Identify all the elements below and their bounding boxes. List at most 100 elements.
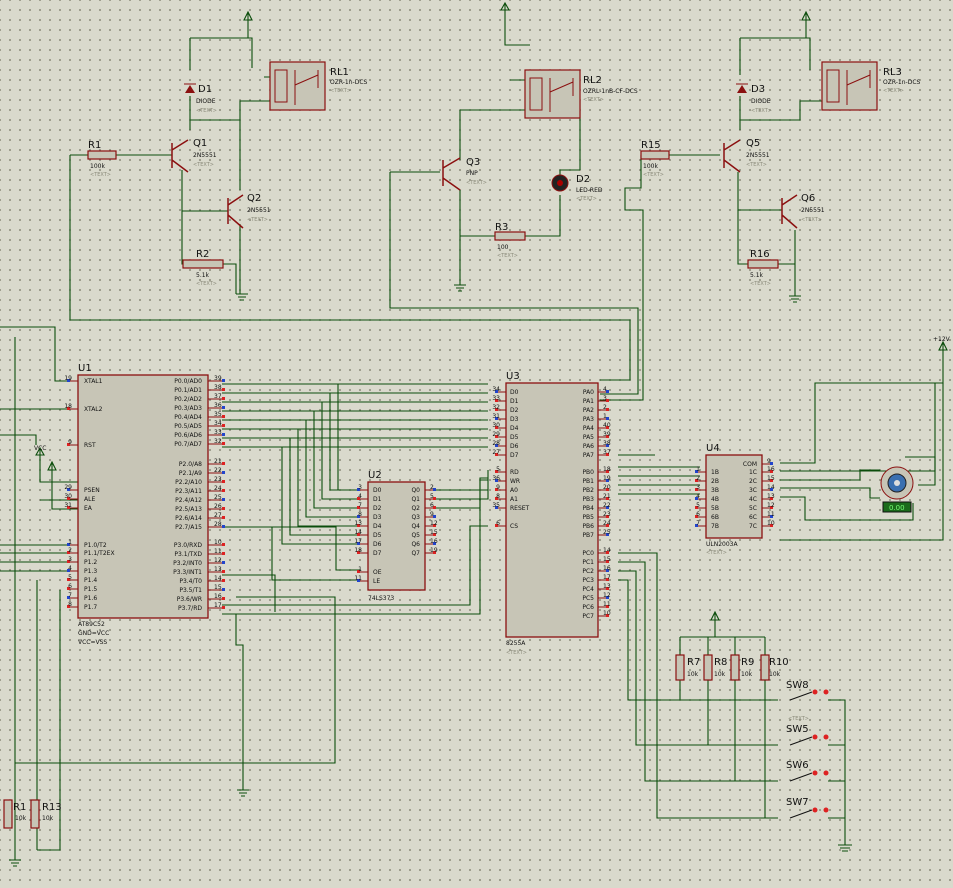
pin-label: Q5 <box>411 532 420 539</box>
pin-number: 19 <box>64 375 72 382</box>
chip-u4[interactable]: U4 ULN2003A <TEXT> 1 1B 2 2B 3 3B 4 4B 5 5B 6 6B 7 7B… <box>695 443 775 556</box>
value: 10k <box>714 671 726 678</box>
pin-label: Q3 <box>411 514 420 521</box>
pin-number: 33 <box>492 395 500 402</box>
resistor-r13[interactable]: R13 10k <box>30 799 62 829</box>
pin-label: D6 <box>373 541 382 548</box>
resistor-r9[interactable]: R9 10k <box>730 654 754 681</box>
switch-sw8[interactable]: SW8 <TEXT> <box>786 680 829 722</box>
value: OZR-1n-DCS <box>883 79 921 86</box>
pin-label: XTAL1 <box>84 378 103 385</box>
pin-label: P1.2 <box>84 559 97 566</box>
ground-symbol <box>838 844 852 852</box>
label: R8 <box>714 657 727 668</box>
pin-label: 2C <box>749 478 757 485</box>
relay-rl2[interactable]: RL2 OZRL-1nB-CF-DCS <TEXT> <box>524 69 638 119</box>
pin-number: 14 <box>354 529 362 536</box>
pin-label: D5 <box>373 532 382 539</box>
chip-u2[interactable]: U2 74LS373 3 D0 4 D1 7 D2 8 D3 13 D4 14 D5 17 D6 18 D7 1… <box>354 470 437 602</box>
pin-label: 6C <box>749 514 757 521</box>
pin-number: 15 <box>214 584 222 591</box>
chip-u3[interactable]: U3 8255A <TEXT> 34 D033 D132 D231 D330 D429 D5… <box>492 371 610 656</box>
resistor-r16[interactable]: R16 5.1k <TEXT> <box>747 249 779 287</box>
pin-label: 4B <box>711 496 719 503</box>
transistor-q6[interactable]: Q6 2N5551 <TEXT> <box>781 193 825 229</box>
pin-number: 37 <box>603 449 611 456</box>
pin-label: A1 <box>510 496 518 503</box>
pin-number: 13 <box>767 493 775 500</box>
pin-label: P2.5/A13 <box>175 506 202 513</box>
pin-number: 7 <box>68 592 72 599</box>
resistor-r2[interactable]: R2 5.1k <TEXT> <box>182 249 224 287</box>
pin-label: D1 <box>373 496 382 503</box>
pin-number: 12 <box>767 502 775 509</box>
transistor-q1[interactable]: Q1 2N5551 <TEXT> <box>171 138 217 173</box>
label: SW5 <box>786 724 809 735</box>
pin-number: 29 <box>492 431 500 438</box>
switch-sw7[interactable]: SW7 <box>786 797 829 819</box>
pin-label: P3.0/RXD <box>174 542 202 549</box>
switch-sw6[interactable]: SW6 <box>786 760 829 782</box>
pin-label: PA1 <box>583 398 594 405</box>
label: D3 <box>751 84 765 95</box>
pin-number: 18 <box>603 466 611 473</box>
relay-rl1[interactable]: RL1 OZR-1n-DCS <TEXT> <box>269 61 368 111</box>
pin-number: 38 <box>603 440 611 447</box>
pin-label: Q2 <box>411 505 420 512</box>
pin-number: 32 <box>214 438 222 445</box>
label: D2 <box>576 174 590 185</box>
pin-label: PC5 <box>582 595 594 602</box>
pin-label: P3.6/WR <box>177 596 202 603</box>
relay-rl3[interactable]: RL3 OZR-1n-DCS <TEXT> <box>821 61 921 111</box>
pin-label: PB6 <box>582 523 594 530</box>
value: LED-RED <box>576 187 603 194</box>
resistor-r8[interactable]: R8 10k <box>703 654 727 681</box>
pin-number: 11 <box>603 601 611 608</box>
transistor-q3[interactable]: Q3 PNP <TEXT> <box>442 157 487 191</box>
transistor-q5[interactable]: Q5 2N5551 <TEXT> <box>723 138 770 173</box>
resistor-r7[interactable]: R7 10k <box>675 654 700 681</box>
pin-label: PA2 <box>583 407 594 414</box>
pin-label: 7B <box>711 523 719 530</box>
pin-label: P0.6/AD6 <box>174 432 202 439</box>
pin-number: 17 <box>354 538 362 545</box>
value: 100k <box>90 163 105 170</box>
resistor-r10[interactable]: R10 10k <box>760 654 789 681</box>
ground-symbol <box>237 789 249 797</box>
text-tag: <TEXT> <box>247 217 268 223</box>
pin-label: PB7 <box>582 532 594 539</box>
pin-number: 40 <box>603 422 611 429</box>
pin-number: 1 <box>696 466 700 473</box>
pin-number: 36 <box>492 475 500 482</box>
value: 100k <box>643 163 658 170</box>
pin-number: 15 <box>767 475 775 482</box>
pin-number: 25 <box>603 529 611 536</box>
power-arrow <box>801 10 811 21</box>
part: 8255A <box>506 640 526 647</box>
resistor-r15[interactable]: R15 100k <TEXT> <box>640 140 670 178</box>
text-tag: <TEXT> <box>883 88 904 94</box>
power-arrow <box>710 610 720 621</box>
pin-number: 32 <box>492 404 500 411</box>
pin-number: 9 <box>430 511 434 518</box>
pin-number: 31 <box>492 413 500 420</box>
resistor-r3[interactable]: R3 100 <TEXT> <box>494 222 526 259</box>
label: SW8 <box>786 680 809 691</box>
note: VCC=VSS <box>78 639 107 646</box>
resistor-r1[interactable]: R1 100k <TEXT> <box>87 140 117 178</box>
diode-d1[interactable]: D1 DIODE <TEXT> <box>184 83 217 114</box>
transistor-q2[interactable]: Q2 2N5551 <TEXT> <box>227 193 271 229</box>
pin-label: 4C <box>749 496 757 503</box>
pin-label: D3 <box>510 416 519 423</box>
pin-number: 18 <box>64 403 72 410</box>
switch-sw5[interactable]: SW5 <box>786 724 829 746</box>
schematic-canvas[interactable]: RL1 OZR-1n-DCS <TEXT> RL2 OZRL-1nB-CF-DC… <box>0 0 953 888</box>
value: 2N5551 <box>801 207 825 214</box>
pin-label: PC4 <box>582 586 594 593</box>
pin-number: 34 <box>214 420 222 427</box>
stepper-motor[interactable]: 0.00 <box>880 466 914 513</box>
pin-number: 12 <box>214 557 222 564</box>
label: U1 <box>78 363 92 374</box>
diode-d3[interactable]: D3 DIODE <TEXT> <box>736 83 772 114</box>
chip-u1[interactable]: U1 AT89C52 GND=VCC VCC=VSS 19 XTAL118 XTAL… <box>64 363 225 646</box>
